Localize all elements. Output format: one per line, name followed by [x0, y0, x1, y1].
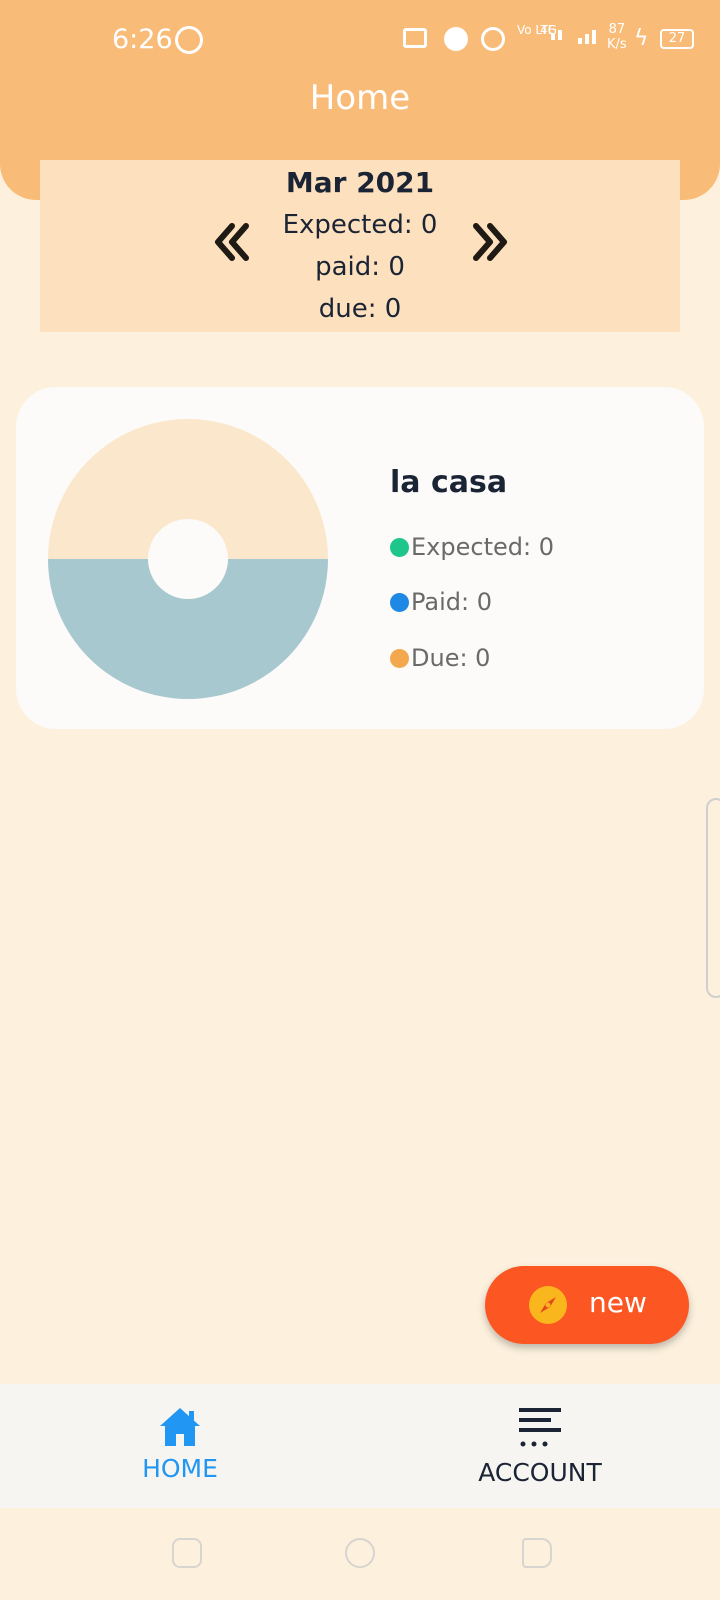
- nav-home-label: HOME: [142, 1454, 218, 1483]
- edge-panel-handle[interactable]: [706, 798, 720, 998]
- due-dot-icon: [390, 648, 409, 668]
- property-name: la casa: [390, 465, 508, 500]
- chevron-double-right-icon[interactable]: [470, 218, 510, 266]
- battery-icon: 27: [660, 29, 694, 49]
- donut-segment-bottom: [48, 559, 328, 699]
- cast-icon: [403, 28, 427, 48]
- signal-icon: [578, 30, 596, 44]
- legend-due: Due: 0: [390, 644, 490, 672]
- status-time: 6:26: [112, 24, 173, 55]
- menu-list-icon: [519, 1408, 561, 1447]
- nav-account[interactable]: ACCOUNT: [360, 1384, 720, 1508]
- nav-account-label: ACCOUNT: [478, 1458, 602, 1487]
- home-icon: [160, 1408, 200, 1446]
- month-summary: Mar 2021 Expected: 0 paid: 0 due: 0: [40, 160, 680, 332]
- legend-expected: Expected: 0: [390, 533, 554, 561]
- legend-expected-label: Expected: 0: [411, 533, 554, 561]
- paid-dot-icon: [390, 592, 409, 612]
- back-icon[interactable]: [172, 1538, 202, 1568]
- nav-home[interactable]: HOME: [0, 1384, 360, 1508]
- system-navigation-bar: [0, 1508, 720, 1600]
- signal-icon: [551, 30, 562, 40]
- bottom-navigation: HOME ACCOUNT: [0, 1384, 720, 1508]
- whatsapp-icon: [175, 26, 203, 54]
- new-button[interactable]: new: [485, 1266, 689, 1344]
- status-bar: 6:26 Vo LTE 4G 87 K/s ϟ 27: [0, 0, 720, 80]
- expected-total: Expected: 0: [282, 210, 438, 240]
- speed-value: 87: [608, 22, 626, 37]
- due-total: due: 0: [318, 294, 402, 324]
- network-speed: 87 K/s: [607, 22, 627, 52]
- charging-icon: ϟ: [634, 26, 649, 51]
- recents-icon[interactable]: [522, 1538, 552, 1568]
- legend-due-label: Due: 0: [411, 644, 491, 672]
- chevron-double-left-icon[interactable]: [212, 218, 252, 266]
- hotspot-icon: [481, 27, 505, 51]
- system-home-icon[interactable]: [345, 1538, 375, 1568]
- legend-paid: Paid: 0: [390, 588, 492, 616]
- donut-chart: [48, 419, 328, 699]
- donut-segment-top: [48, 419, 328, 559]
- expected-dot-icon: [390, 537, 409, 557]
- page-title: Home: [309, 78, 411, 118]
- legend-paid-label: Paid: 0: [411, 588, 492, 616]
- alarm-icon: [444, 27, 468, 51]
- month-label: Mar 2021: [285, 166, 435, 199]
- property-card[interactable]: la casa Expected: 0 Paid: 0 Due: 0: [16, 387, 704, 729]
- paid-total: paid: 0: [315, 252, 405, 282]
- compass-icon: [529, 1286, 567, 1324]
- speed-unit: K/s: [607, 37, 627, 52]
- new-button-label: new: [589, 1286, 647, 1319]
